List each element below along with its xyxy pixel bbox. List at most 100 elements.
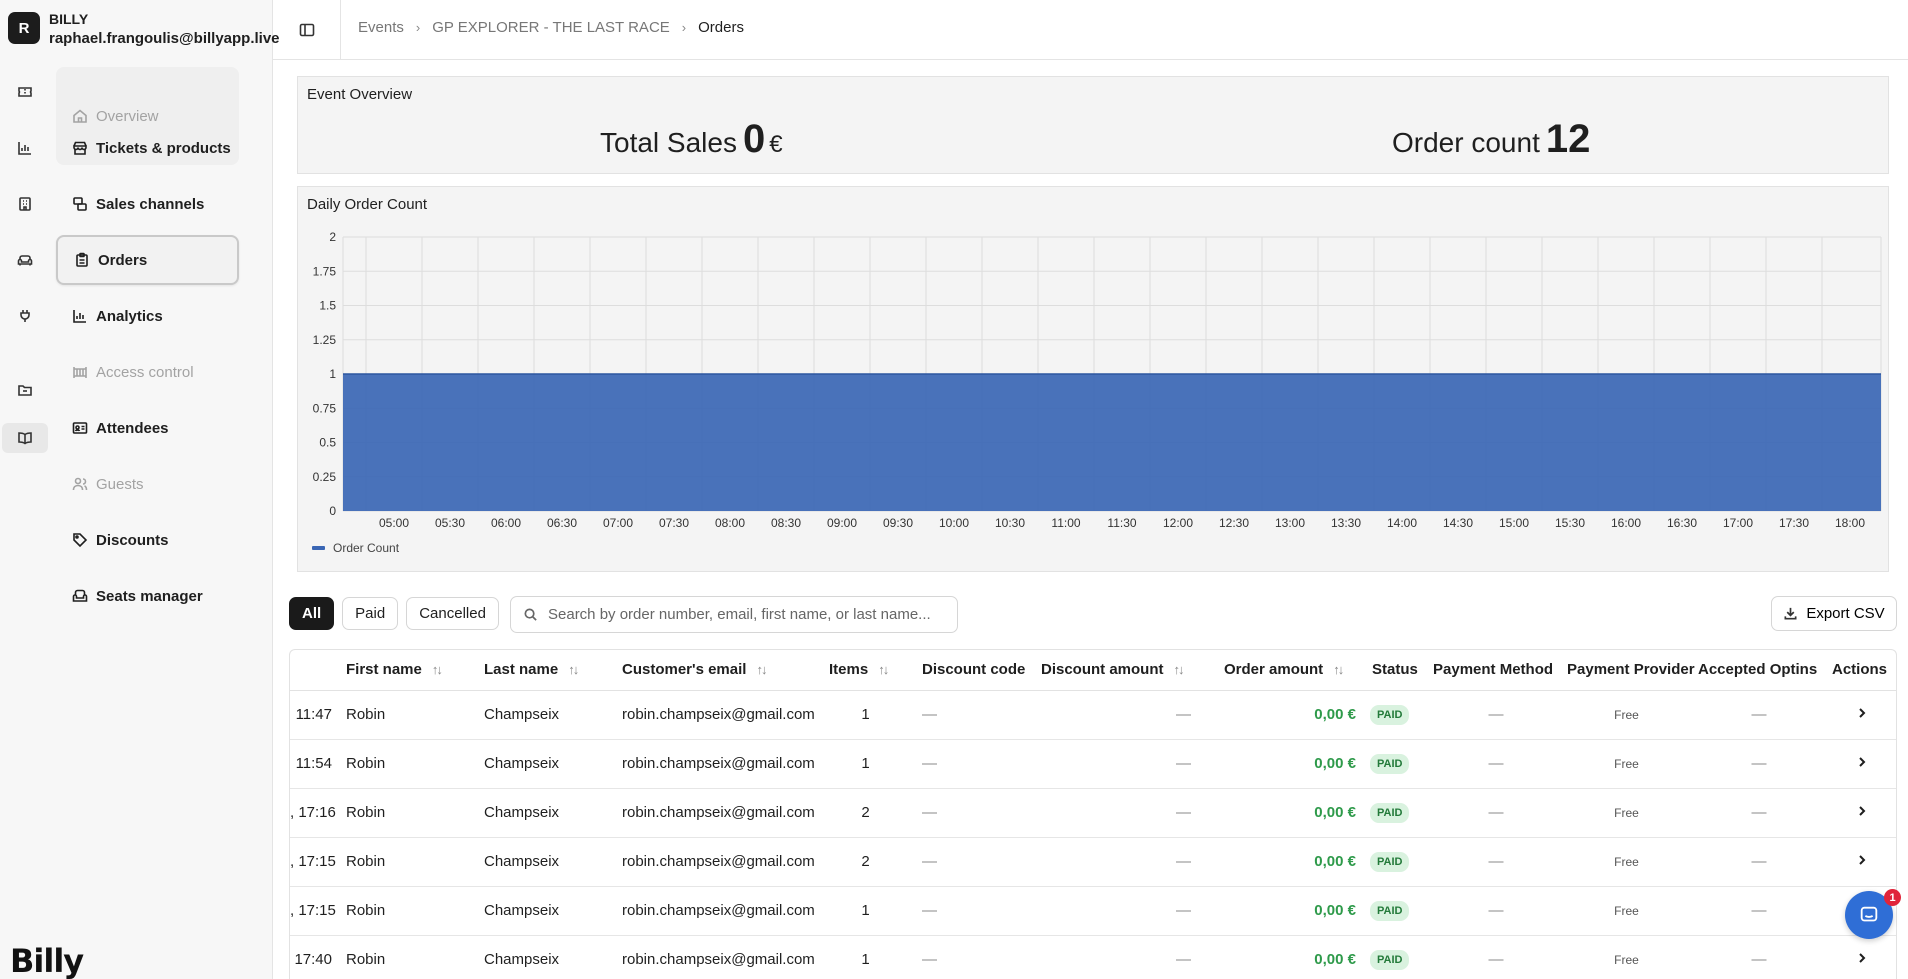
table-header-row: First name ↑↓ Last name ↑↓ Customer's emai… (290, 650, 1896, 691)
clipboard-icon (76, 252, 88, 267)
chart-title: Daily Order Count (307, 196, 428, 213)
email-cell: robin.champseix@gmail.com (616, 788, 823, 838)
items-cell: 1 (823, 690, 908, 740)
download-icon (1784, 607, 1797, 620)
x-tick-label: 11:30 (1107, 516, 1136, 530)
email-cell: robin.champseix@gmail.com (616, 886, 823, 936)
store-icon (73, 141, 87, 155)
table-row[interactable]: , 17:15 Robin Champseix robin.champseix@gma… (290, 886, 1896, 936)
order-count-label: Order count (1392, 127, 1540, 158)
column-payment-provider: Payment Provider (1561, 650, 1695, 691)
discount-amount-cell: — (1027, 837, 1205, 887)
row-action-button[interactable] (1826, 837, 1896, 887)
order-date-cell: 11:47 (290, 690, 340, 740)
nav-item-attendees[interactable]: Attendees (56, 403, 239, 453)
discount-code-cell: — (908, 690, 1027, 740)
last-name-cell: Champseix (478, 837, 616, 887)
discount-amount-cell: — (1027, 886, 1205, 936)
row-action-button[interactable] (1826, 788, 1896, 838)
rail-sofa-icon[interactable] (2, 245, 48, 275)
panel-title: Event Overview (307, 86, 413, 103)
rail-bar-chart-icon[interactable] (2, 133, 48, 163)
rail-ticket-icon[interactable] (2, 77, 48, 107)
search-input[interactable] (548, 606, 948, 623)
nav-item-label: Tickets & products (96, 139, 231, 157)
rail-building-icon[interactable] (2, 189, 48, 219)
first-name-cell: Robin (340, 788, 478, 838)
sort-icon[interactable]: ↑↓ (878, 662, 889, 677)
column-items[interactable]: Items ↑↓ (823, 650, 908, 691)
payment-provider-cell: Free (1561, 690, 1692, 740)
table-row[interactable]: 11:54 Robin Champseix robin.champseix@gmail… (290, 739, 1896, 789)
status-cell: PAID (1370, 739, 1431, 789)
x-tick-label: 17:00 (1723, 516, 1753, 530)
order-date-cell: , 17:16 (290, 788, 340, 838)
first-name-cell: Robin (340, 886, 478, 936)
filter-cancelled-button[interactable]: Cancelled (406, 597, 499, 630)
nav-item-label: Seats manager (96, 587, 203, 605)
search-icon (524, 608, 537, 621)
x-tick-label: 13:30 (1331, 516, 1361, 530)
x-tick-label: 10:30 (995, 516, 1025, 530)
table-row[interactable]: , 17:16 Robin Champseix robin.champseix@gma… (290, 788, 1896, 838)
rail-book-open-icon[interactable] (2, 423, 48, 453)
nav-item-label: Orders (98, 251, 148, 269)
sort-icon[interactable]: ↑↓ (1333, 662, 1344, 677)
discount-amount-cell: — (1027, 788, 1205, 838)
x-tick-label: 18:00 (1835, 516, 1865, 530)
chat-notification-badge: 1 (1884, 889, 1901, 906)
filter-paid-button[interactable]: Paid (342, 597, 399, 630)
row-action-button[interactable] (1826, 739, 1896, 789)
sort-icon[interactable]: ↑↓ (568, 662, 579, 677)
table-row[interactable]: , 17:15 Robin Champseix robin.champseix@gma… (290, 837, 1896, 887)
row-action-button[interactable] (1826, 935, 1896, 979)
sort-icon[interactable]: ↑↓ (756, 662, 767, 677)
filter-all-button[interactable]: All (289, 597, 335, 630)
nav-item-label: Guests (96, 475, 144, 493)
x-tick-label: 09:30 (883, 516, 913, 530)
nav-item-seats-manager[interactable]: Seats manager (56, 571, 239, 621)
email-cell: robin.champseix@gmail.com (616, 837, 823, 887)
table-row[interactable]: 11:47 Robin Champseix robin.champseix@gmail… (290, 690, 1896, 740)
export-csv-label: Export CSV (1806, 605, 1885, 622)
discount-amount-cell: — (1027, 739, 1205, 789)
nav-item-label: Attendees (96, 419, 169, 437)
rail-folder-icon[interactable] (2, 375, 48, 405)
sort-icon[interactable]: ↑↓ (1174, 662, 1185, 677)
total-sales-value: 0 (742, 117, 766, 161)
currency-symbol: € (769, 131, 783, 158)
accepted-optins-cell: — (1692, 690, 1826, 740)
nav-item-guests[interactable]: Guests (56, 459, 239, 509)
breadcrumb-event[interactable]: GP EXPLORER - THE LAST RACE (432, 19, 670, 36)
nav-item-orders[interactable]: Orders (56, 235, 239, 285)
nav-item-access-control[interactable]: Access control (56, 347, 239, 397)
last-name-cell: Champseix (478, 788, 616, 838)
chart-legend[interactable]: Order Count (312, 541, 399, 555)
first-name-cell: Robin (340, 935, 478, 979)
x-tick-label: 15:00 (1499, 516, 1529, 530)
gate-icon (73, 367, 87, 378)
column-first-name[interactable]: First name ↑↓ (340, 650, 478, 691)
column-email[interactable]: Customer's email ↑↓ (616, 650, 823, 691)
rail-plug-icon[interactable] (2, 301, 48, 331)
order-count-area (343, 374, 1881, 511)
table-row[interactable]: 17:40 Robin Champseix robin.champseix@gmail… (290, 935, 1896, 979)
nav-item-discounts[interactable]: Discounts (56, 515, 239, 565)
export-csv-button[interactable]: Export CSV (1771, 596, 1897, 631)
sidebar-toggle-button[interactable] (273, 0, 341, 59)
order-count-stat: Order count 12 (1392, 117, 1590, 162)
column-order-amount[interactable]: Order amount ↑↓ (1205, 650, 1370, 691)
accepted-optins-cell: — (1692, 935, 1826, 979)
column-last-name[interactable]: Last name ↑↓ (478, 650, 616, 691)
column-discount-amount[interactable]: Discount amount ↑↓ (1027, 650, 1205, 691)
nav-item-sales-channels[interactable]: Sales channels (56, 179, 239, 229)
row-action-button[interactable] (1826, 690, 1896, 740)
account-switcher[interactable]: R BILLY raphael.frangoulis@billyapp.live (8, 10, 280, 48)
breadcrumb-events[interactable]: Events (358, 19, 404, 36)
nav-item-analytics[interactable]: Analytics (56, 291, 239, 341)
status-badge: PAID (1370, 851, 1410, 872)
nav-item-tickets-products[interactable]: Tickets & products (56, 123, 239, 173)
last-name-cell: Champseix (478, 935, 616, 979)
orders-table: First name ↑↓ Last name ↑↓ Customer's emai… (289, 649, 1897, 979)
sort-icon[interactable]: ↑↓ (432, 662, 443, 677)
